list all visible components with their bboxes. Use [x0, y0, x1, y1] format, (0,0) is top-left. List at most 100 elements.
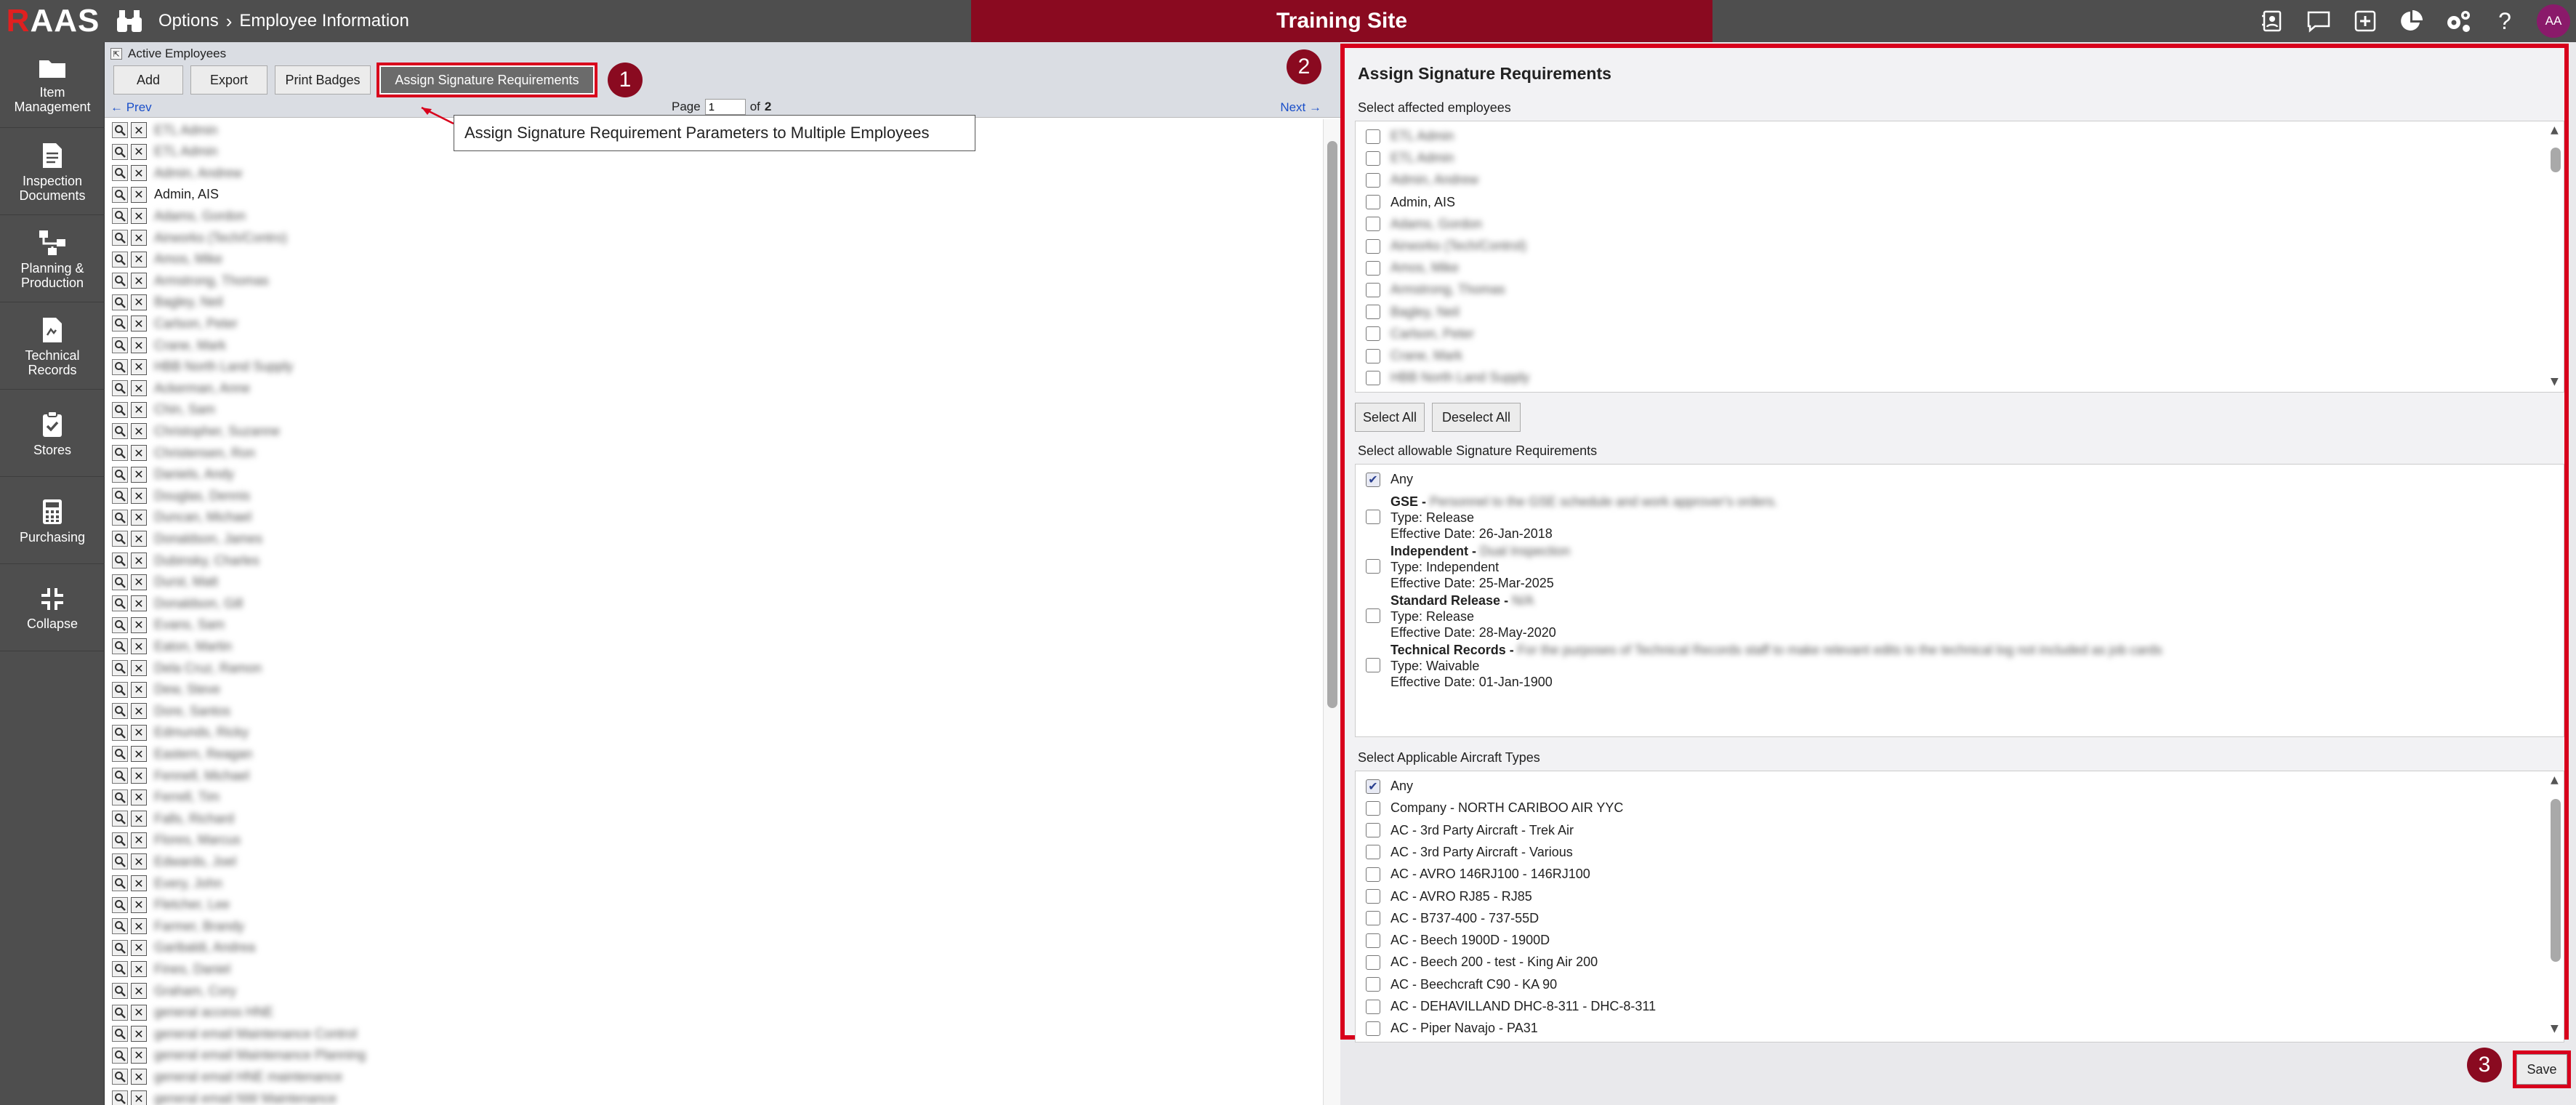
app-logo[interactable]: R AAS: [0, 0, 106, 42]
employee-name[interactable]: HBB North Land Supply: [154, 359, 293, 374]
aircraft-type-row[interactable]: Company - NORTH CARIBOO AIR YYC: [1366, 800, 1623, 816]
view-icon[interactable]: [112, 660, 128, 676]
delete-icon[interactable]: ✕: [131, 1090, 147, 1105]
employee-name[interactable]: Eaton, Martin: [154, 639, 232, 654]
message-icon[interactable]: [2303, 6, 2335, 36]
checkbox[interactable]: [1366, 172, 1380, 188]
aircraft-type-row[interactable]: Any: [1366, 779, 1413, 794]
sig-any-row[interactable]: Any: [1366, 472, 1413, 487]
affected-employee-row[interactable]: Amos, Mike: [1366, 260, 1459, 276]
help-icon[interactable]: ?: [2489, 6, 2521, 36]
employee-name[interactable]: Carlson, Peter: [154, 316, 238, 332]
prev-page-link[interactable]: ← Prev: [110, 100, 152, 115]
view-icon[interactable]: [112, 251, 128, 268]
breadcrumb-options[interactable]: Options: [158, 11, 219, 31]
delete-icon[interactable]: ✕: [131, 832, 147, 848]
employee-name[interactable]: Bagley, Neil: [154, 294, 223, 310]
employee-name[interactable]: Christensen, Ron: [154, 446, 255, 461]
checkbox[interactable]: [1366, 933, 1380, 948]
nav-inspection-documents[interactable]: Inspection Documents: [0, 129, 105, 215]
delete-icon[interactable]: ✕: [131, 230, 147, 246]
employees-scrollbar[interactable]: ▲ ▼: [2549, 121, 2562, 392]
employee-name[interactable]: Daniels, Andy: [154, 467, 234, 482]
checkbox[interactable]: [1366, 510, 1380, 524]
employee-name[interactable]: Admin, AIS: [154, 187, 219, 202]
aircraft-type-row[interactable]: AC - Beech 1900D - 1900D: [1366, 933, 1550, 948]
checkbox[interactable]: [1366, 217, 1380, 232]
view-icon[interactable]: [112, 595, 128, 612]
delete-icon[interactable]: ✕: [131, 574, 147, 590]
view-icon[interactable]: [112, 509, 128, 526]
view-icon[interactable]: [112, 918, 128, 935]
add-icon[interactable]: [2349, 6, 2381, 36]
employee-name[interactable]: Fennell, Michael: [154, 768, 249, 784]
checkbox[interactable]: [1366, 326, 1380, 342]
view-icon[interactable]: [112, 466, 128, 483]
checkbox[interactable]: [1366, 608, 1380, 623]
checkbox[interactable]: [1366, 977, 1380, 992]
employee-name[interactable]: ETL Admin: [154, 123, 217, 138]
binoculars-icon[interactable]: [115, 7, 144, 35]
affected-employee-row[interactable]: ETL Admin: [1366, 129, 1454, 144]
view-icon[interactable]: [112, 143, 128, 160]
checkbox[interactable]: [1366, 238, 1380, 254]
employee-name[interactable]: ETL Admin: [154, 144, 217, 159]
delete-icon[interactable]: ✕: [131, 445, 147, 461]
employee-name[interactable]: Dew, Steve: [154, 682, 220, 697]
aircraft-type-row[interactable]: AC - B737-400 - 737-55D: [1366, 911, 1539, 926]
delete-icon[interactable]: ✕: [131, 552, 147, 568]
delete-icon[interactable]: ✕: [131, 681, 147, 698]
aircraft-type-row[interactable]: AC - AVRO 146RJ100 - 146RJ100: [1366, 867, 1590, 882]
aircraft-scrollbar[interactable]: ▲ ▼: [2549, 771, 2562, 1042]
employee-name[interactable]: Adams, Gordon: [154, 209, 246, 224]
checkbox[interactable]: [1366, 889, 1380, 904]
view-icon[interactable]: [112, 208, 128, 225]
checkbox[interactable]: [1366, 955, 1380, 970]
employee-name[interactable]: Chin, Sam: [154, 402, 215, 417]
employee-name[interactable]: general email NW Maintenance: [154, 1091, 337, 1105]
view-icon[interactable]: [112, 811, 128, 827]
employee-name[interactable]: Crane, Mark: [154, 338, 226, 353]
checkbox[interactable]: [1366, 823, 1380, 838]
aircraft-type-row[interactable]: AC - Beechcraft C90 - KA 90: [1366, 977, 1557, 992]
checkbox[interactable]: [1366, 348, 1380, 363]
employee-name[interactable]: Airworks (Tech/Contro): [154, 230, 287, 246]
delete-icon[interactable]: ✕: [131, 703, 147, 720]
delete-icon[interactable]: ✕: [131, 768, 147, 784]
delete-icon[interactable]: ✕: [131, 616, 147, 633]
delete-icon[interactable]: ✕: [131, 853, 147, 870]
view-icon[interactable]: [112, 896, 128, 913]
view-icon[interactable]: [112, 875, 128, 891]
view-icon[interactable]: [112, 832, 128, 848]
view-icon[interactable]: [112, 1090, 128, 1105]
delete-icon[interactable]: ✕: [131, 316, 147, 332]
affected-employee-row[interactable]: Crane, Mark: [1366, 348, 1462, 363]
view-icon[interactable]: [112, 230, 128, 246]
checkbox[interactable]: [1366, 260, 1380, 276]
next-page-link[interactable]: Next →: [1280, 100, 1321, 115]
view-icon[interactable]: [112, 294, 128, 310]
aircraft-type-row[interactable]: AC - DEHAVILLAND DHC-8-311 - DHC-8-311: [1366, 999, 1656, 1014]
delete-icon[interactable]: ✕: [131, 531, 147, 547]
employee-name[interactable]: Evans, Sam: [154, 617, 225, 632]
delete-icon[interactable]: ✕: [131, 638, 147, 655]
affected-employee-row[interactable]: Admin, AIS: [1366, 195, 1455, 210]
select-all-button[interactable]: Select All: [1355, 403, 1425, 432]
delete-icon[interactable]: ✕: [131, 1047, 147, 1064]
delete-icon[interactable]: ✕: [131, 1069, 147, 1085]
view-icon[interactable]: [112, 1004, 128, 1021]
employee-name[interactable]: Edmunds, Ricky: [154, 725, 249, 740]
checkbox[interactable]: [1366, 150, 1380, 166]
delete-icon[interactable]: ✕: [131, 939, 147, 956]
deselect-all-button[interactable]: Deselect All: [1432, 403, 1521, 432]
delete-icon[interactable]: ✕: [131, 724, 147, 741]
aircraft-type-row[interactable]: AC - 3rd Party Aircraft - Trek Air: [1366, 823, 1574, 838]
view-icon[interactable]: [112, 681, 128, 698]
delete-icon[interactable]: ✕: [131, 380, 147, 397]
employee-name[interactable]: Fletcher, Lee: [154, 897, 230, 912]
page-number-input[interactable]: [704, 99, 746, 115]
checkbox[interactable]: [1366, 282, 1380, 297]
view-icon[interactable]: [112, 273, 128, 289]
view-icon[interactable]: [112, 122, 128, 138]
pie-chart-icon[interactable]: [2396, 6, 2428, 36]
